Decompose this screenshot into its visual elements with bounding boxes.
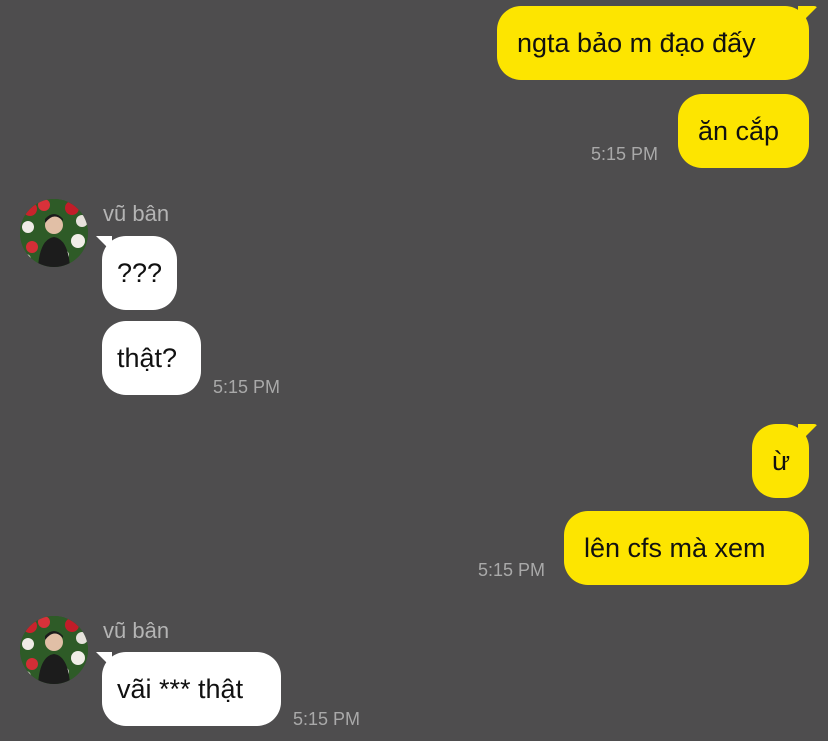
- sender-name: vũ bân: [103, 201, 170, 226]
- profile-photo-avatar-icon: [20, 199, 88, 267]
- message-text: ừ: [772, 446, 791, 476]
- chat-conversation: ngta bảo m đạo đấy ăn cắp 5:15 PM vũ bân…: [0, 0, 828, 741]
- message-timestamp: 5:15 PM: [591, 144, 659, 164]
- message-text: ???: [117, 258, 163, 288]
- outgoing-message-bubble[interactable]: ngta bảo m đạo đấy: [497, 6, 809, 80]
- profile-photo-avatar-icon: [20, 616, 88, 684]
- incoming-message-bubble[interactable]: ???: [102, 236, 177, 310]
- message-timestamp: 5:15 PM: [213, 377, 281, 397]
- sender-avatar[interactable]: [20, 616, 88, 684]
- message-timestamp: 5:15 PM: [478, 560, 546, 580]
- message-text: ăn cắp: [698, 116, 780, 146]
- message-text: vãi *** thật: [117, 674, 244, 704]
- outgoing-message-bubble[interactable]: lên cfs mà xem: [564, 511, 809, 585]
- sender-name: vũ bân: [103, 618, 170, 643]
- incoming-message-bubble[interactable]: vãi *** thật: [102, 652, 281, 726]
- message-timestamp: 5:15 PM: [293, 709, 361, 729]
- message-text: lên cfs mà xem: [584, 533, 766, 563]
- message-text: ngta bảo m đạo đấy: [517, 28, 756, 58]
- message-text: thật?: [117, 343, 178, 373]
- sender-avatar[interactable]: [20, 199, 88, 267]
- outgoing-message-bubble[interactable]: ăn cắp: [678, 94, 809, 168]
- incoming-message-bubble[interactable]: thật?: [102, 321, 201, 395]
